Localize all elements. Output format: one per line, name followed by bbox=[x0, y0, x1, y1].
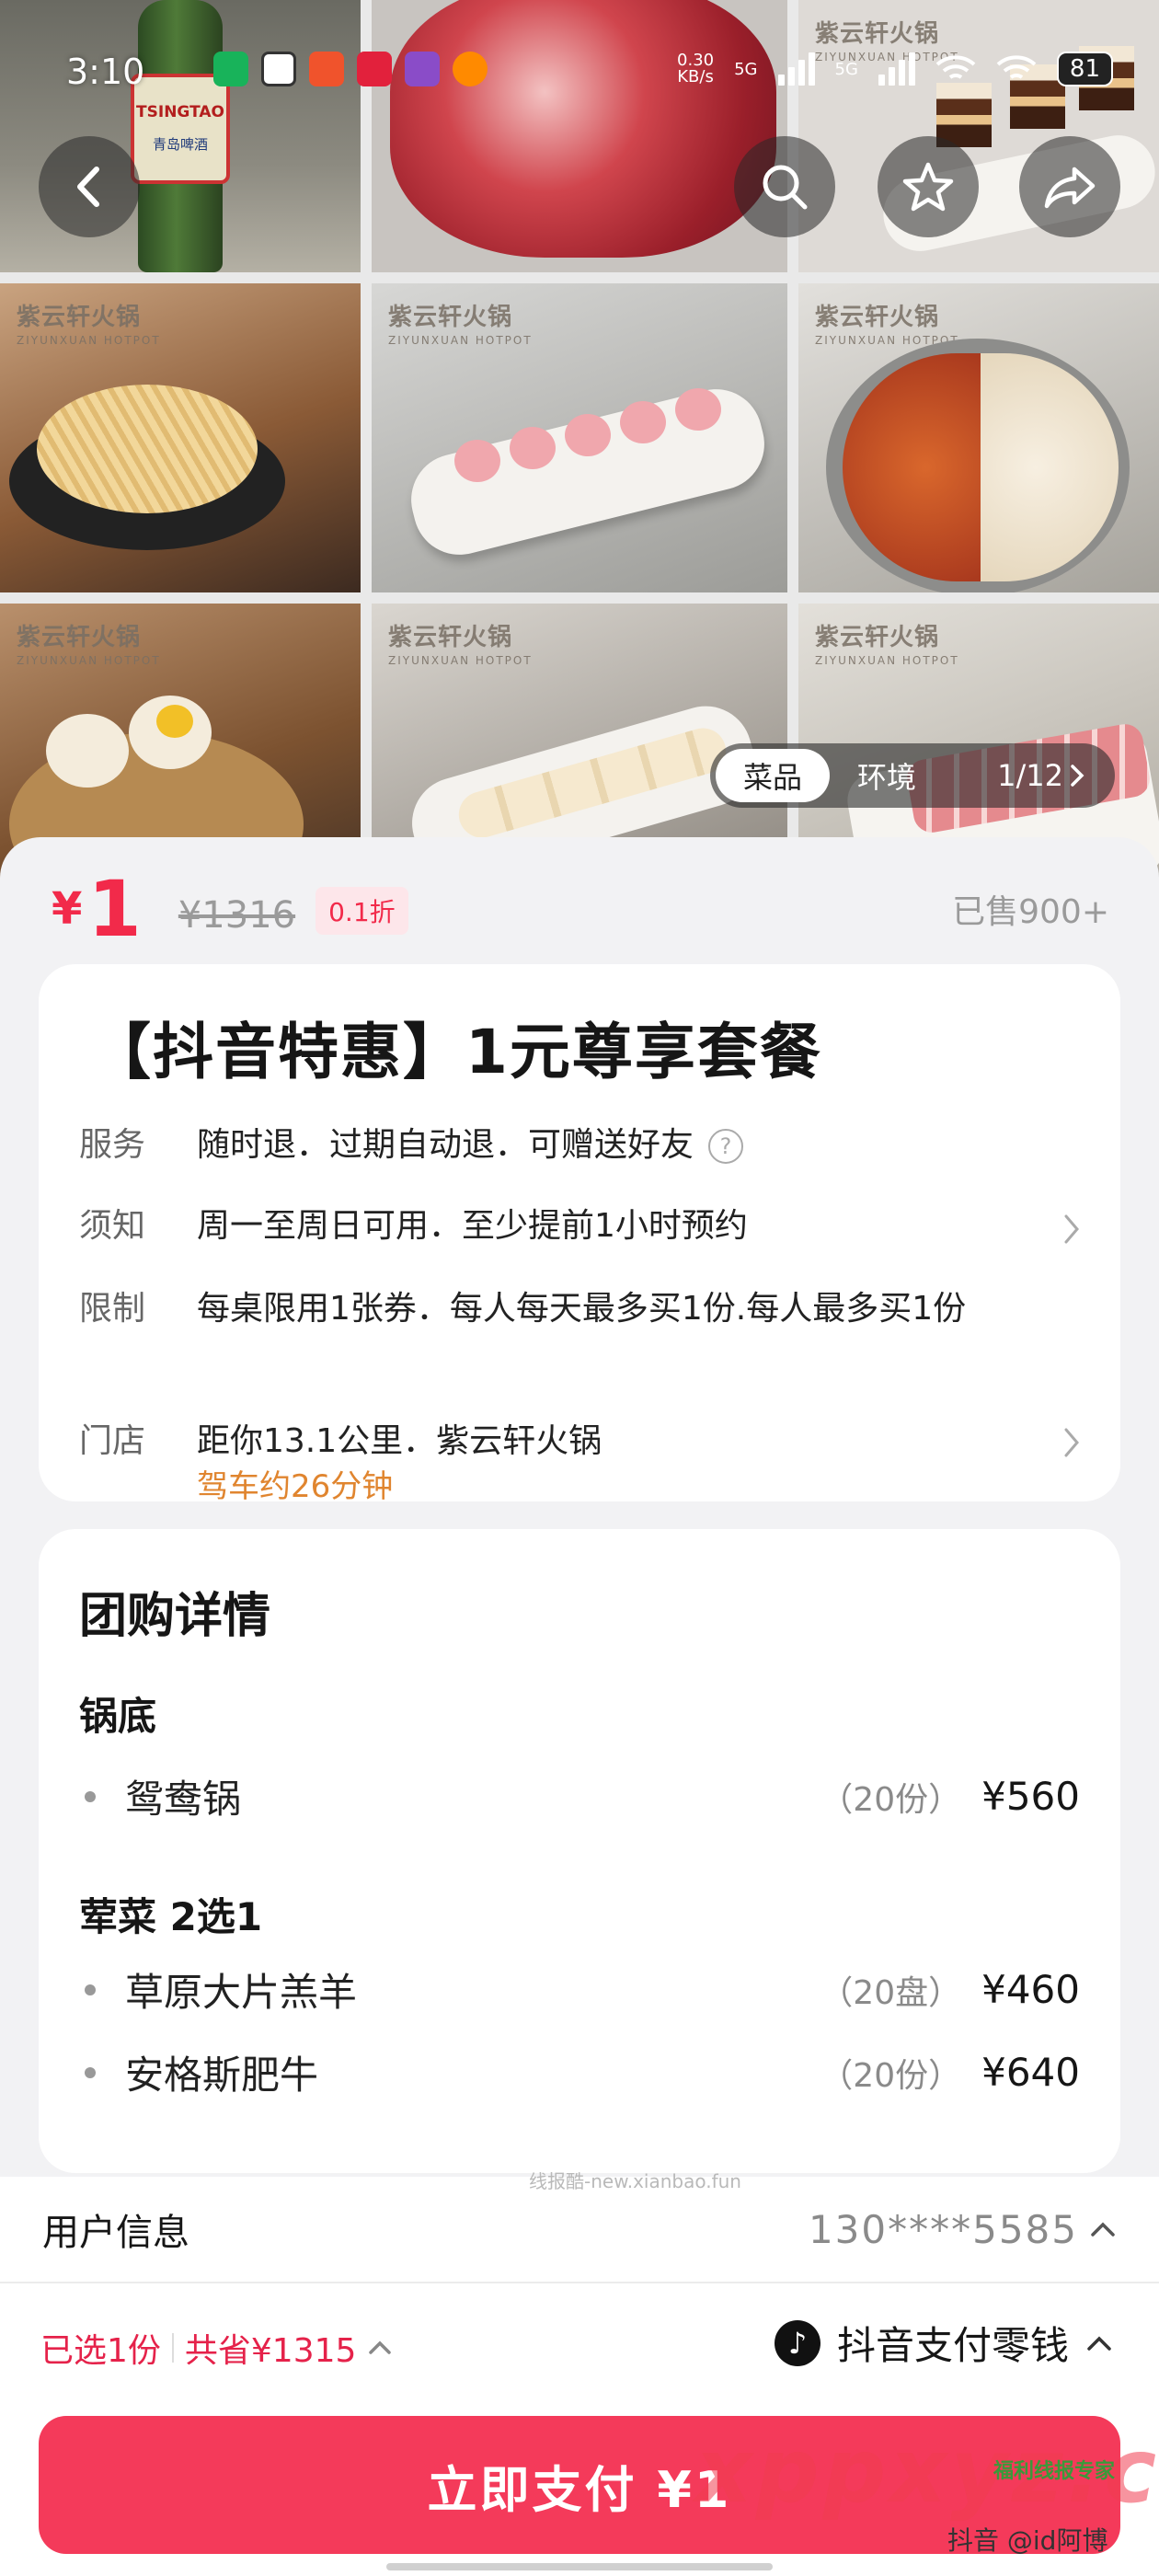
photo-gallery[interactable]: TSINGTAO 青岛啤酒 紫云轩火锅 ZIYUNXUAN HOTPOT 紫云轩火… bbox=[0, 0, 1159, 883]
chevron-up-icon bbox=[1087, 2336, 1111, 2351]
info-value: 随时退．过期自动退．可赠送好友 bbox=[197, 1126, 694, 1164]
photo-shrimp-balls[interactable]: 紫云轩火锅 ZIYUNXUAN HOTPOT bbox=[372, 283, 787, 592]
item-name: 草原大片羔羊 bbox=[125, 1970, 358, 2015]
info-value: 每桌限用1张券．每人每天最多买1份.每人最多买1份 bbox=[197, 1290, 967, 1328]
star-icon bbox=[902, 162, 954, 212]
photo-meat-slices[interactable] bbox=[372, 0, 787, 272]
order-summary[interactable]: 已选1份 共省¥1315 bbox=[40, 2324, 393, 2372]
brand-en: ZIYUNXUAN HOTPOT bbox=[388, 334, 533, 347]
favorite-button[interactable] bbox=[878, 136, 979, 237]
search-button[interactable] bbox=[734, 136, 835, 237]
info-row-notice[interactable]: 须知 周一至周日可用．至少提前1小时预约 bbox=[79, 1200, 1082, 1253]
overlay-watermark-tag: 福利线报专家 bbox=[993, 2460, 1116, 2483]
brand-cn: 紫云轩火锅 bbox=[815, 304, 940, 331]
list-item: 草原大片羔羊 （20盘） ¥460 bbox=[79, 1961, 1080, 2018]
page: TSINGTAO 青岛啤酒 紫云轩火锅 ZIYUNXUAN HOTPOT 紫云轩火… bbox=[0, 0, 1159, 2576]
gallery-counter[interactable]: 1/12 bbox=[997, 758, 1109, 793]
brand-en: ZIYUNXUAN HOTPOT bbox=[388, 654, 533, 667]
sold-count: 已售900+ bbox=[952, 893, 1109, 931]
brand-cn: 紫云轩火锅 bbox=[17, 304, 142, 331]
help-icon[interactable]: ? bbox=[708, 1129, 744, 1164]
tab-environment[interactable]: 环境 bbox=[830, 749, 944, 802]
brand-cn: 紫云轩火锅 bbox=[17, 624, 142, 651]
group-title: 锅底 bbox=[79, 1694, 157, 1739]
overlay-watermark-user: 抖音 @id阿博 bbox=[947, 2525, 1108, 2556]
group-details-card: 团购详情 锅底 鸳鸯锅 （20份） ¥560 荤菜 2选1 草原大片羔羊 （20… bbox=[39, 1529, 1120, 2173]
share-icon bbox=[1044, 167, 1096, 209]
item-price: ¥640 bbox=[981, 2050, 1080, 2095]
info-row-service[interactable]: 服务 随时退．过期自动退．可赠送好友? bbox=[79, 1119, 1082, 1172]
current-price: 1 bbox=[87, 864, 142, 954]
original-price: ¥1316 bbox=[178, 894, 296, 937]
chevron-up-icon bbox=[1091, 2222, 1115, 2237]
douyin-logo-icon: ♪ bbox=[774, 2319, 820, 2366]
drive-time: 驾车约26分钟 bbox=[197, 1468, 394, 1505]
brand-cn: 紫云轩火锅 bbox=[815, 624, 940, 651]
item-qty: （20盘） bbox=[820, 1973, 962, 2012]
chevron-right-icon bbox=[1064, 1214, 1079, 1244]
discount-badge: 0.1折 bbox=[316, 887, 408, 935]
saved-amount: 共省¥1315 bbox=[184, 2332, 357, 2370]
payment-method[interactable]: ♪ 抖音支付零钱 bbox=[774, 2315, 1113, 2371]
share-button[interactable] bbox=[1019, 136, 1120, 237]
info-value: 周一至周日可用．至少提前1小时预约 bbox=[197, 1207, 748, 1245]
chevron-up-icon bbox=[369, 2340, 392, 2354]
gallery-counter-text: 1/12 bbox=[997, 758, 1063, 793]
photo-cake[interactable]: 紫云轩火锅 ZIYUNXUAN HOTPOT bbox=[798, 0, 1159, 272]
item-qty: （20份） bbox=[820, 2056, 962, 2095]
selected-count: 已选1份 bbox=[40, 2332, 161, 2370]
brand-en: ZIYUNXUAN HOTPOT bbox=[815, 51, 959, 63]
chevron-right-icon bbox=[1064, 1428, 1079, 1457]
user-info-label: 用户信息 bbox=[42, 2212, 189, 2254]
brand-cn: 紫云轩火锅 bbox=[388, 304, 513, 331]
list-item: 安格斯肥牛 （20份） ¥640 bbox=[79, 2044, 1080, 2100]
back-button[interactable] bbox=[39, 136, 140, 237]
deal-title: 【抖音特惠】1元尊享套餐 bbox=[90, 1017, 822, 1087]
store-distance: 距你13.1公里．紫云轩火锅 bbox=[197, 1422, 602, 1460]
brand-en: ZIYUNXUAN HOTPOT bbox=[17, 654, 161, 667]
info-row-store[interactable]: 门店 距你13.1公里．紫云轩火锅 驾车约26分钟 bbox=[79, 1415, 1082, 1505]
payment-method-label: 抖音支付零钱 bbox=[836, 2323, 1069, 2368]
info-label: 门店 bbox=[79, 1422, 146, 1460]
price-row: ¥ 1 ¥1316 0.1折 已售900+ bbox=[52, 856, 1109, 948]
home-indicator[interactable] bbox=[386, 2563, 773, 2570]
details-title: 团购详情 bbox=[79, 1589, 271, 1644]
user-phone: 130****5585 bbox=[808, 2206, 1078, 2252]
deal-info-card: 【抖音特惠】1元尊享套餐 服务 随时退．过期自动退．可赠送好友? 须知 周一至周… bbox=[39, 964, 1120, 1505]
brand-cn: 紫云轩火锅 bbox=[388, 624, 513, 651]
search-icon bbox=[763, 165, 808, 210]
item-qty: （20份） bbox=[820, 1780, 962, 1819]
item-price: ¥560 bbox=[981, 1774, 1080, 1819]
source-watermark: 线报酷-new.xianbao.fun bbox=[529, 2170, 741, 2192]
info-label: 限制 bbox=[79, 1290, 146, 1328]
list-item: 鸳鸯锅 （20份） ¥560 bbox=[79, 1768, 1080, 1824]
item-name: 鸳鸯锅 bbox=[125, 1777, 242, 1822]
info-label: 服务 bbox=[79, 1126, 146, 1164]
photo-hotpot[interactable]: 紫云轩火锅 ZIYUNXUAN HOTPOT bbox=[798, 283, 1159, 592]
chevron-left-icon bbox=[77, 167, 99, 207]
group-title: 荤菜 2选1 bbox=[79, 1894, 263, 1939]
brand-en: ZIYUNXUAN HOTPOT bbox=[17, 334, 161, 347]
info-label: 须知 bbox=[79, 1207, 146, 1245]
brand-cn: 紫云轩火锅 bbox=[815, 20, 940, 48]
gallery-tabs: 菜品 环境 1/12 bbox=[710, 743, 1115, 808]
chevron-right-icon bbox=[1071, 765, 1084, 787]
tab-dishes[interactable]: 菜品 bbox=[716, 749, 831, 802]
info-row-limit: 限制 每桌限用1张券．每人每天最多买1份.每人最多买1份 bbox=[79, 1282, 1082, 1336]
brand-en: ZIYUNXUAN HOTPOT bbox=[815, 654, 959, 667]
item-price: ¥460 bbox=[981, 1967, 1080, 2012]
item-name: 安格斯肥牛 bbox=[125, 2053, 319, 2098]
currency-symbol: ¥ bbox=[52, 883, 83, 935]
photo-beer[interactable]: TSINGTAO 青岛啤酒 bbox=[0, 0, 361, 272]
photo-tofu-skin[interactable]: 紫云轩火锅 ZIYUNXUAN HOTPOT bbox=[0, 283, 361, 592]
beer-label: TSINGTAO bbox=[136, 103, 224, 121]
beer-label-cn: 青岛啤酒 bbox=[152, 136, 208, 153]
